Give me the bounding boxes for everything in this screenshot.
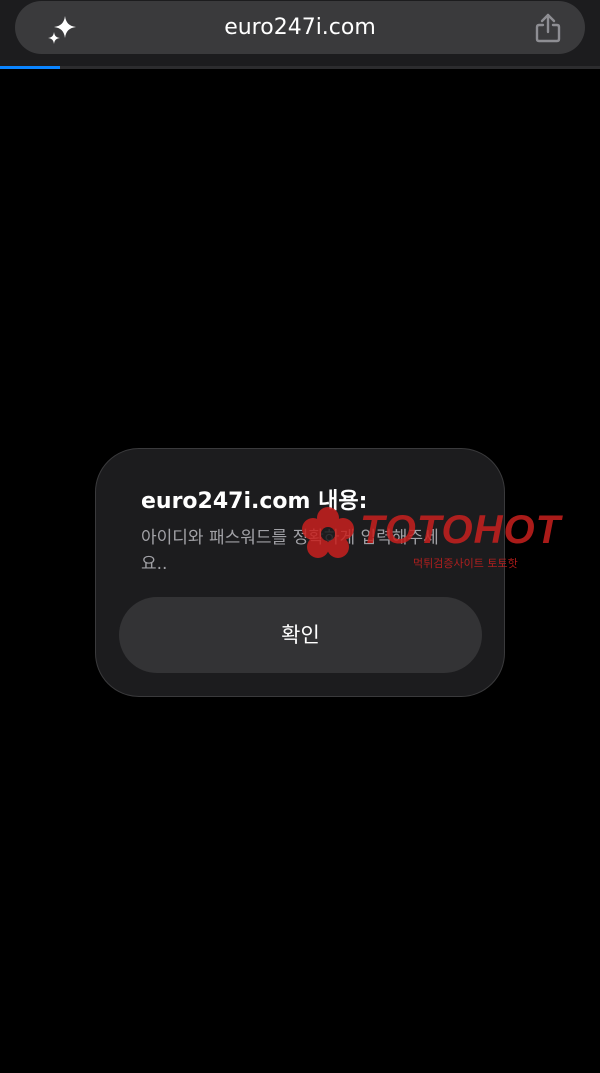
page-load-progress bbox=[0, 66, 600, 69]
share-icon[interactable] bbox=[533, 12, 563, 44]
alert-dialog: euro247i.com 내용: 아이디와 패스워드를 정확하게 입력해주세요.… bbox=[95, 448, 505, 697]
alert-message: 아이디와 패스워드를 정확하게 입력해주세요.. bbox=[141, 528, 439, 574]
address-bar[interactable]: euro247i.com bbox=[15, 1, 585, 54]
browser-top-bar: euro247i.com bbox=[0, 0, 600, 69]
alert-title: euro247i.com 내용: bbox=[141, 489, 368, 514]
page-load-progress-fill bbox=[0, 66, 60, 69]
sparkle-icon[interactable] bbox=[45, 13, 79, 47]
browser-screen: euro247i.com euro247i.com 내용: 아이디와 패스워드를… bbox=[0, 0, 600, 1073]
ok-button[interactable]: 확인 bbox=[119, 597, 482, 673]
url-text[interactable]: euro247i.com bbox=[115, 1, 485, 54]
